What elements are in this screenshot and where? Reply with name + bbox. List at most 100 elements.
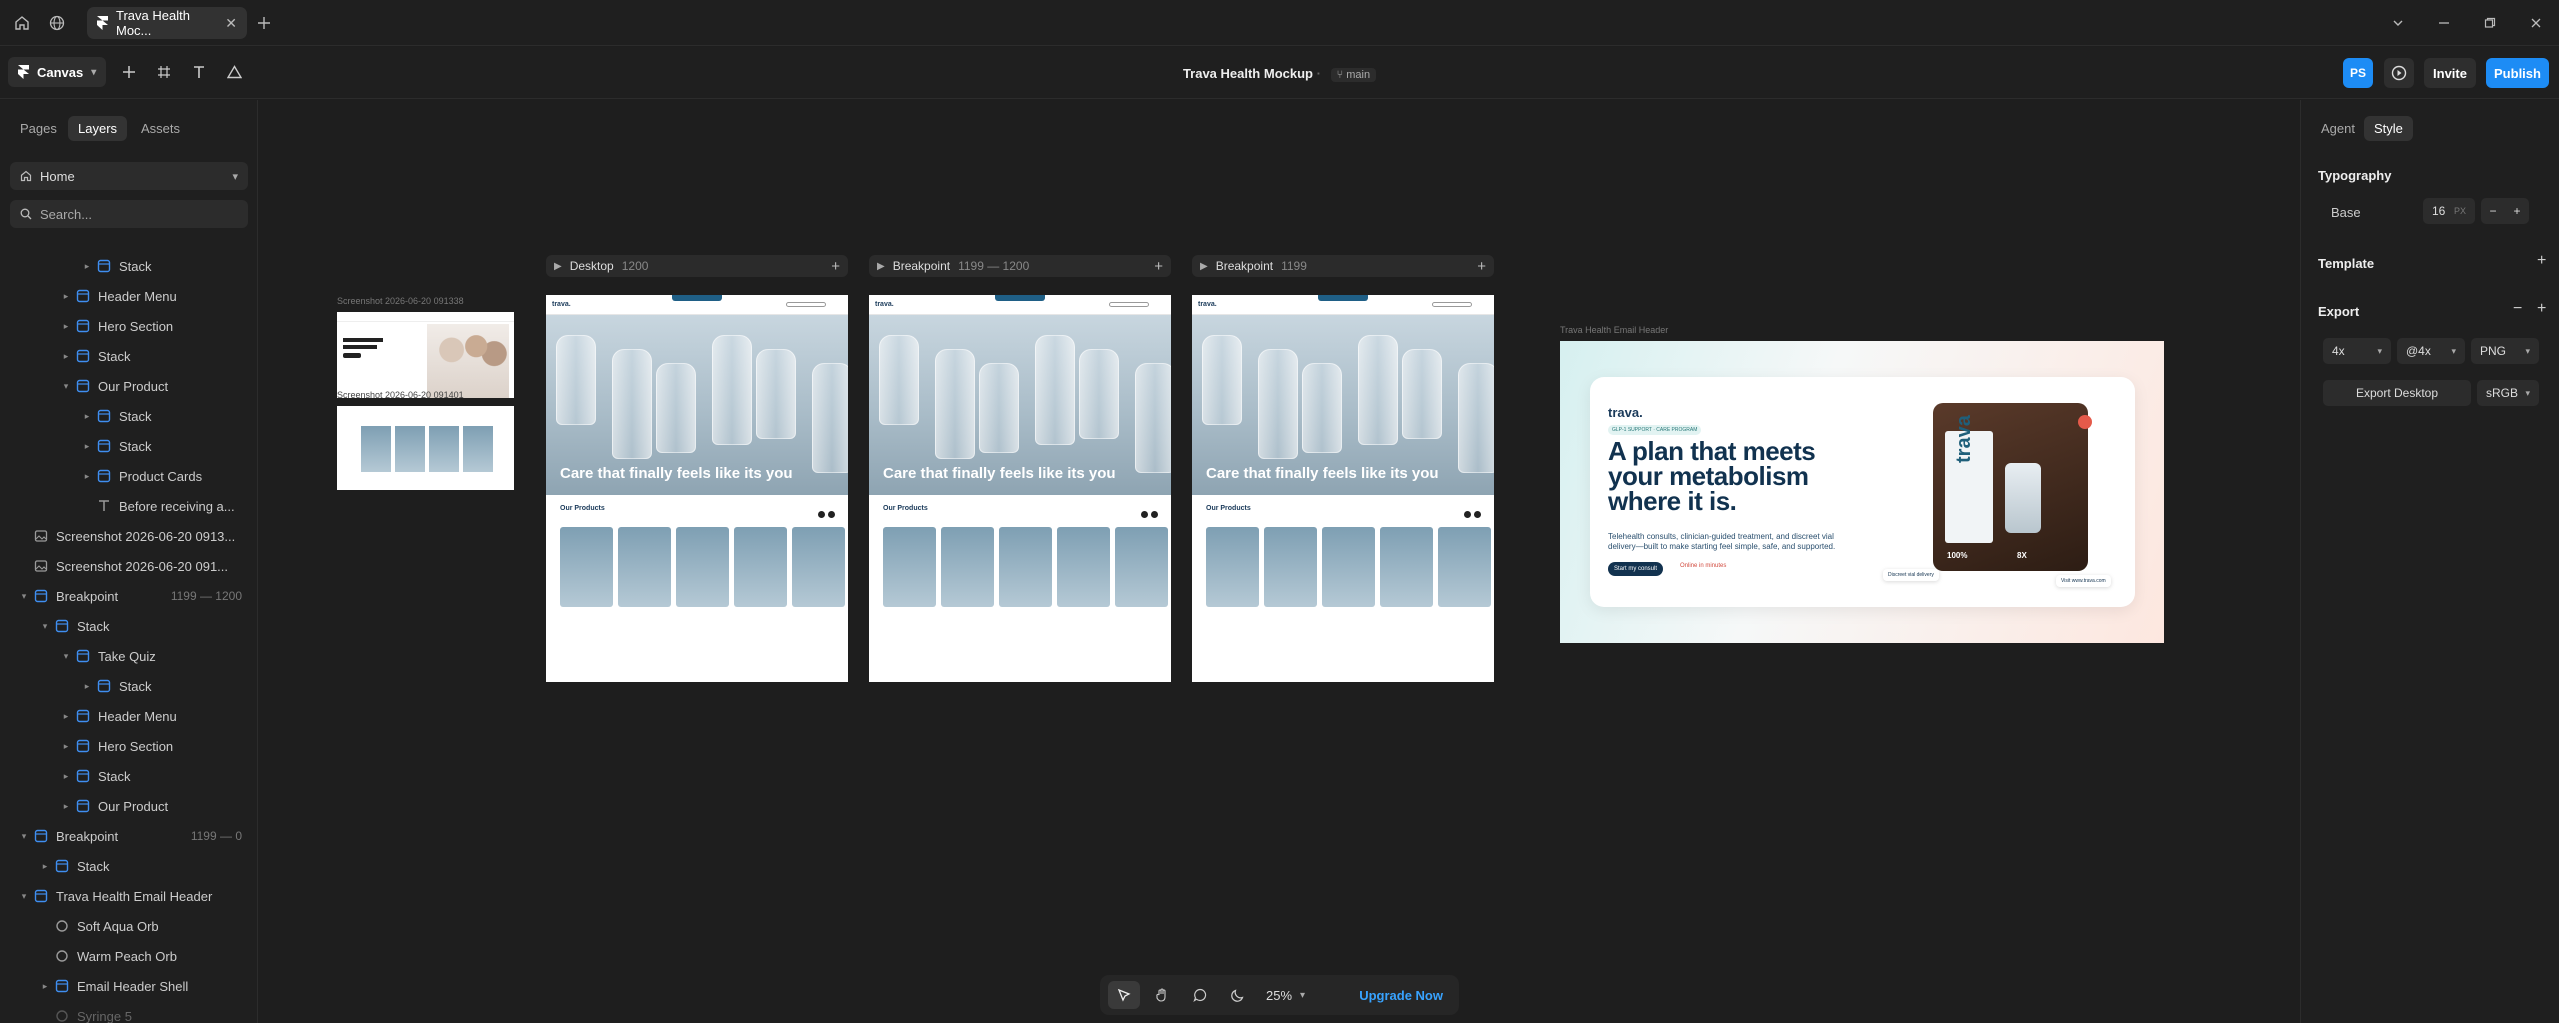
caret-right-icon[interactable]: ▸ — [81, 441, 93, 452]
tab-agent[interactable]: Agent — [2311, 116, 2365, 141]
canvas[interactable]: Screenshot 2026-06-20 091338 Screenshot … — [259, 100, 2299, 1023]
layer-row[interactable]: ▾ Take Quiz — [0, 642, 257, 670]
base-size-input[interactable]: 16 PX — [2423, 198, 2475, 224]
layer-row[interactable]: ▸ Hero Section — [0, 732, 257, 760]
globe-icon[interactable] — [47, 13, 67, 33]
plus-icon[interactable]: + — [2513, 204, 2520, 218]
layer-row[interactable]: ▾ Our Product — [0, 372, 257, 400]
tab-layers[interactable]: Layers — [68, 116, 128, 141]
caret-down-icon[interactable]: ▾ — [60, 651, 72, 662]
caret-right-icon[interactable]: ▸ — [60, 801, 72, 812]
caret-down-icon[interactable]: ▾ — [18, 591, 30, 602]
caret-right-icon[interactable]: ▸ — [60, 291, 72, 302]
caret-right-icon[interactable]: ▸ — [81, 681, 93, 692]
avatar[interactable]: PS — [2343, 58, 2373, 88]
add-breakpoint-icon[interactable]: + — [1477, 258, 1486, 275]
caret-right-icon[interactable]: ▸ — [60, 771, 72, 782]
export-desktop-button[interactable]: Export Desktop — [2323, 380, 2471, 406]
caret-down-icon[interactable]: ▾ — [60, 381, 72, 392]
canvas-menu-button[interactable]: Canvas ▾ — [8, 57, 107, 87]
caret-right-icon[interactable]: ▸ — [39, 981, 51, 992]
caret-right-icon[interactable]: ▸ — [60, 711, 72, 722]
play-icon[interactable]: ▶ — [554, 261, 562, 272]
layer-row[interactable]: ▾ Stack — [0, 612, 257, 640]
caret-down-icon[interactable]: ▾ — [39, 621, 51, 632]
invite-button[interactable]: Invite — [2424, 58, 2476, 88]
frame-header-3[interactable]: ▶ Breakpoint 1199 + — [1192, 255, 1494, 277]
search-field[interactable]: Search... — [10, 200, 248, 228]
layer-row[interactable]: ▾ Breakpoint 1199 — 0 — [0, 822, 257, 850]
select-tool-icon[interactable] — [1108, 981, 1140, 1009]
add-export-icon[interactable]: + — [2537, 300, 2546, 318]
export-scale-select[interactable]: 4x ▾ — [2323, 338, 2391, 364]
remove-export-icon[interactable]: − — [2513, 300, 2522, 318]
caret-right-icon[interactable]: ▸ — [60, 741, 72, 752]
layer-row[interactable]: ▸ Stack — [0, 402, 257, 430]
minus-icon[interactable]: − — [2489, 204, 2496, 218]
layer-row[interactable]: ▸ Email Header Shell — [0, 972, 257, 1000]
caret-down-icon[interactable]: ▾ — [18, 831, 30, 842]
layer-row[interactable]: ▾ Trava Health Email Header — [0, 882, 257, 910]
layer-row[interactable]: ▸ Our Product — [0, 792, 257, 820]
add-breakpoint-icon[interactable]: + — [831, 258, 840, 275]
layer-row[interactable]: ▸ Stack — [0, 432, 257, 460]
tab-pages[interactable]: Pages — [10, 116, 67, 141]
layer-row[interactable]: ▸ Header Menu — [0, 282, 257, 310]
new-tab-icon[interactable] — [254, 13, 274, 33]
play-icon[interactable]: ▶ — [877, 261, 885, 272]
frame-tool-icon[interactable] — [151, 59, 177, 85]
frame-header-2[interactable]: ▶ Breakpoint 1199 — 1200 + — [869, 255, 1171, 277]
layer-row[interactable]: ▾ Breakpoint 1199 — 1200 — [0, 582, 257, 610]
zoom-select[interactable]: 25% ▾ — [1266, 988, 1305, 1003]
export-format-select[interactable]: PNG ▾ — [2471, 338, 2539, 364]
layer-row[interactable]: ▸ Stack — [0, 672, 257, 700]
vector-tool-icon[interactable] — [221, 59, 247, 85]
caret-right-icon[interactable]: ▸ — [39, 861, 51, 872]
add-breakpoint-icon[interactable]: + — [1154, 258, 1163, 275]
layer-row[interactable]: ▸ Stack — [0, 762, 257, 790]
close-window-icon[interactable] — [2526, 13, 2546, 33]
screenshot-image-1[interactable] — [337, 312, 514, 398]
chevron-down-icon[interactable] — [2388, 13, 2408, 33]
branch-badge[interactable]: ⑂ main — [1330, 68, 1377, 82]
layer-row[interactable]: ▸ Stack — [0, 342, 257, 370]
home-icon[interactable] — [12, 13, 32, 33]
caret-right-icon[interactable]: ▸ — [60, 321, 72, 332]
page-select[interactable]: Home ▾ — [10, 162, 248, 190]
caret-down-icon[interactable]: ▾ — [18, 891, 30, 902]
frame-header-1[interactable]: ▶ Desktop 1200 + — [546, 255, 848, 277]
text-tool-icon[interactable] — [186, 59, 212, 85]
layer-row[interactable]: Screenshot 2026-06-20 0913... — [0, 522, 257, 550]
layer-row[interactable]: Screenshot 2026-06-20 091... — [0, 552, 257, 580]
caret-right-icon[interactable]: ▸ — [60, 351, 72, 362]
publish-button[interactable]: Publish — [2486, 58, 2549, 88]
layer-row[interactable]: Syringe 5 — [0, 1002, 257, 1023]
site-preview-3[interactable]: trava. Care that finally feels like its y… — [1192, 295, 1494, 682]
email-header-frame[interactable]: trava. GLP-1 SUPPORT · CARE PROGRAM A pl… — [1560, 341, 2164, 643]
minimize-icon[interactable] — [2434, 13, 2454, 33]
layer-row[interactable]: Soft Aqua Orb — [0, 912, 257, 940]
colorspace-select[interactable]: sRGB ▾ — [2477, 380, 2539, 406]
hand-tool-icon[interactable] — [1146, 981, 1178, 1009]
preview-button[interactable] — [2384, 58, 2414, 88]
caret-right-icon[interactable]: ▸ — [81, 411, 93, 422]
screenshot-image-2[interactable] — [337, 406, 514, 490]
caret-right-icon[interactable]: ▸ — [81, 261, 93, 272]
site-preview-2[interactable]: trava. Care that finally feels like its y… — [869, 295, 1171, 682]
dark-mode-icon[interactable] — [1222, 981, 1254, 1009]
close-tab-icon[interactable]: ✕ — [225, 15, 237, 32]
document-title[interactable]: Trava Health Mockup — [1183, 66, 1313, 81]
document-tab[interactable]: Trava Health Moc... ✕ — [87, 7, 247, 39]
layer-row[interactable]: ▸ Stack — [0, 252, 257, 280]
layer-row[interactable]: ▸ Product Cards — [0, 462, 257, 490]
tab-assets[interactable]: Assets — [131, 116, 190, 141]
tab-style[interactable]: Style — [2364, 116, 2413, 141]
layer-row[interactable]: ▸ Hero Section — [0, 312, 257, 340]
layer-row[interactable]: Before receiving a... — [0, 492, 257, 520]
restore-icon[interactable] — [2480, 13, 2500, 33]
add-template-icon[interactable]: + — [2537, 252, 2546, 270]
comment-tool-icon[interactable] — [1184, 981, 1216, 1009]
layer-row[interactable]: ▸ Header Menu — [0, 702, 257, 730]
site-preview-1[interactable]: trava. Care that finally feels like its y… — [546, 295, 848, 682]
base-size-stepper[interactable]: − + — [2481, 198, 2529, 224]
